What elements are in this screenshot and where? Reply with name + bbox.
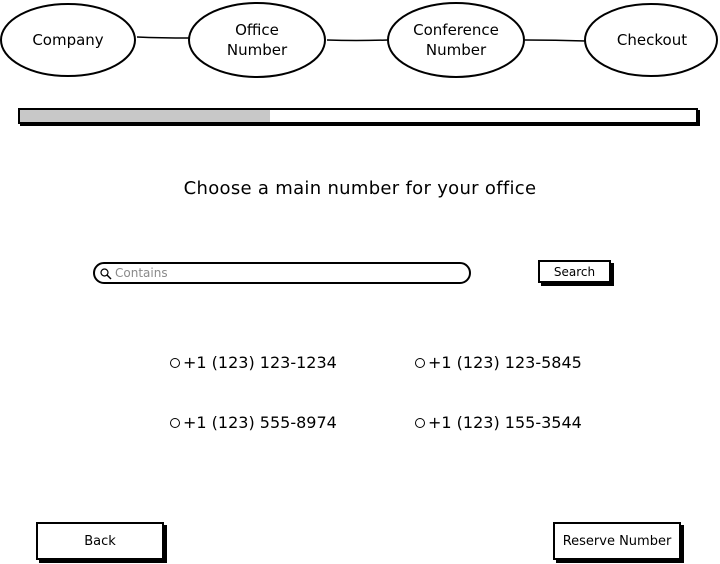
radio-icon[interactable] [415, 417, 425, 428]
step-checkout-label: Checkout [616, 31, 688, 49]
number-option-label: +1 (123) 123-1234 [183, 353, 337, 372]
search-icon [99, 266, 113, 280]
back-button[interactable]: Back [36, 522, 164, 560]
search-input[interactable] [113, 264, 455, 282]
number-option-label: +1 (123) 123-5845 [428, 353, 582, 372]
step-conference-number-label: Conference Number [413, 21, 499, 59]
number-option[interactable]: +1 (123) 555-8974 [170, 413, 337, 432]
number-option-label: +1 (123) 555-8974 [183, 413, 337, 432]
connector-office-conference [326, 39, 389, 42]
connector-conference-checkout [524, 39, 587, 42]
number-option[interactable]: +1 (123) 155-3544 [415, 413, 582, 432]
step-company-label: Company [32, 31, 104, 49]
radio-icon[interactable] [415, 357, 425, 368]
progress-bar [18, 108, 698, 124]
number-option-label: +1 (123) 155-3544 [428, 413, 582, 432]
search-field[interactable] [93, 262, 471, 284]
search-button[interactable]: Search [538, 260, 611, 283]
number-option[interactable]: +1 (123) 123-1234 [170, 353, 337, 372]
connector-company-office [136, 36, 191, 39]
radio-icon[interactable] [170, 417, 180, 428]
number-option[interactable]: +1 (123) 123-5845 [415, 353, 582, 372]
step-office-number-label: Office Number [226, 21, 288, 59]
reserve-number-button[interactable]: Reserve Number [553, 522, 681, 560]
page-title: Choose a main number for your office [183, 178, 537, 199]
progress-bar-fill [20, 110, 271, 122]
radio-icon[interactable] [170, 357, 180, 368]
